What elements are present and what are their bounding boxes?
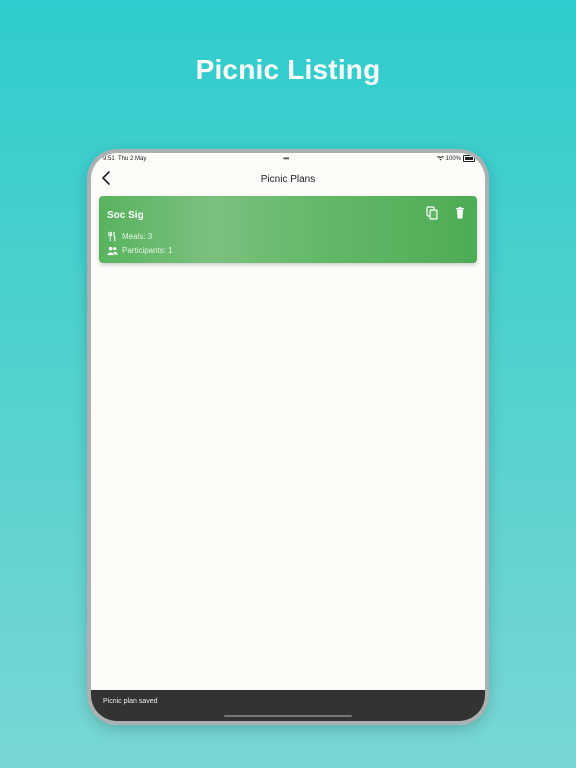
- status-time-date: 9:51 Thu 2 May: [103, 156, 147, 162]
- home-indicator[interactable]: [224, 715, 352, 717]
- participants-row: Participants: 1: [107, 245, 173, 256]
- snackbar: Picnic plan saved: [91, 690, 485, 721]
- plan-name: Soc Sig: [107, 210, 144, 221]
- picnic-plan-card[interactable]: Soc Sig Meals: 3 Participants: 1: [99, 196, 477, 263]
- app-screen: 9:51 Thu 2 May ••• 100% Picnic Plans Soc…: [91, 153, 485, 721]
- multitask-dots-icon[interactable]: •••: [283, 154, 289, 163]
- meals-count: Meals: 3: [122, 232, 153, 241]
- battery-percent: 100%: [445, 155, 461, 162]
- delete-icon[interactable]: [453, 206, 467, 220]
- people-icon: [107, 246, 118, 256]
- wifi-icon: [436, 156, 444, 161]
- promo-title: Picnic Listing: [195, 54, 381, 85]
- fork-knife-icon: [108, 231, 116, 242]
- meals-row: Meals: 3: [107, 231, 152, 242]
- copy-icon[interactable]: [425, 206, 439, 220]
- page-title: Picnic Plans: [260, 174, 316, 185]
- participants-count: Participants: 1: [122, 246, 173, 255]
- status-indicators: 100%: [436, 155, 475, 162]
- status-bar: 9:51 Thu 2 May ••• 100%: [91, 153, 485, 165]
- navigation-bar: Picnic Plans: [91, 168, 485, 190]
- battery-icon: [463, 155, 475, 162]
- plan-actions: [425, 206, 467, 220]
- snackbar-message: Picnic plan saved: [103, 698, 158, 705]
